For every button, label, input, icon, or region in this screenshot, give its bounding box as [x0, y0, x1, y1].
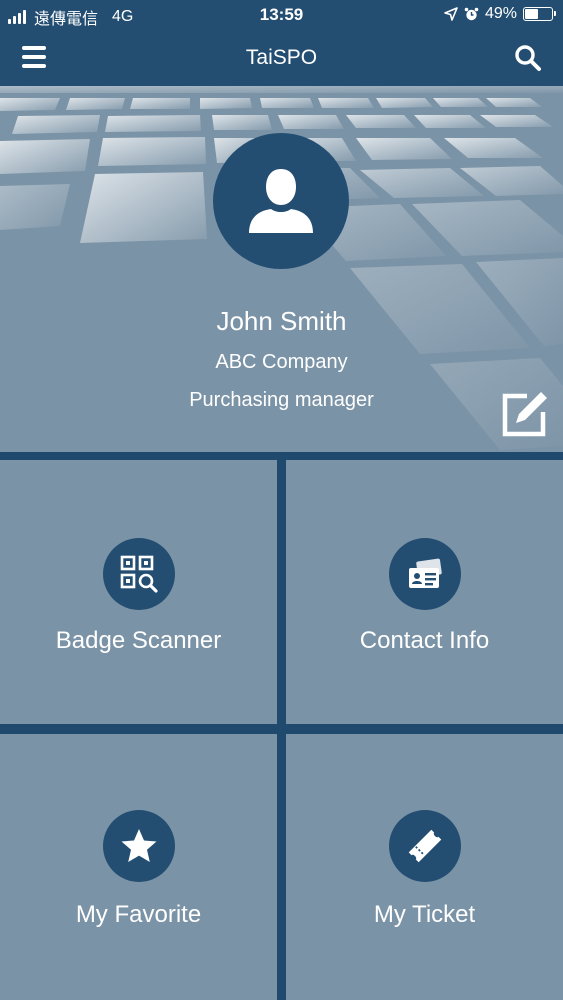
avatar[interactable]	[213, 133, 349, 269]
tile-label: My Favorite	[75, 901, 202, 928]
profile-company: ABC Company	[215, 351, 348, 373]
alarm-clock-icon	[464, 7, 479, 20]
profile-name: John Smith	[216, 306, 347, 336]
tile-my-ticket[interactable]: My Ticket	[286, 734, 563, 1000]
ticket-icon	[388, 810, 461, 882]
nav-bar: TaiSPO	[0, 30, 563, 86]
contact-card-icon	[388, 538, 461, 610]
status-right: 49%	[438, 5, 556, 23]
profile-position: Purchasing manager	[189, 389, 374, 411]
qr-scan-icon	[102, 538, 175, 610]
tile-contact-info[interactable]: Contact Info	[286, 460, 563, 724]
tile-label: Contact Info	[359, 627, 490, 654]
battery-fill	[525, 9, 538, 19]
tile-label: Badge Scanner	[55, 627, 222, 654]
user-silhouette-icon	[249, 169, 313, 233]
tile-my-favorite[interactable]: My Favorite	[0, 734, 277, 1000]
location-arrow-icon	[444, 7, 458, 21]
edit-icon[interactable]	[501, 390, 549, 438]
battery-percentage: 49%	[484, 5, 517, 22]
star-icon	[102, 810, 175, 882]
search-icon[interactable]	[513, 43, 543, 73]
tile-badge-scanner[interactable]: Badge Scanner	[0, 460, 277, 724]
profile-header: John Smith ABC Company Purchasing manage…	[0, 86, 563, 452]
app-title: TaiSPO	[245, 46, 318, 69]
tile-label: My Ticket	[373, 901, 476, 928]
status-bar: 遠傳電信 4G 13:59 49%	[0, 0, 563, 30]
battery-icon	[523, 7, 556, 21]
